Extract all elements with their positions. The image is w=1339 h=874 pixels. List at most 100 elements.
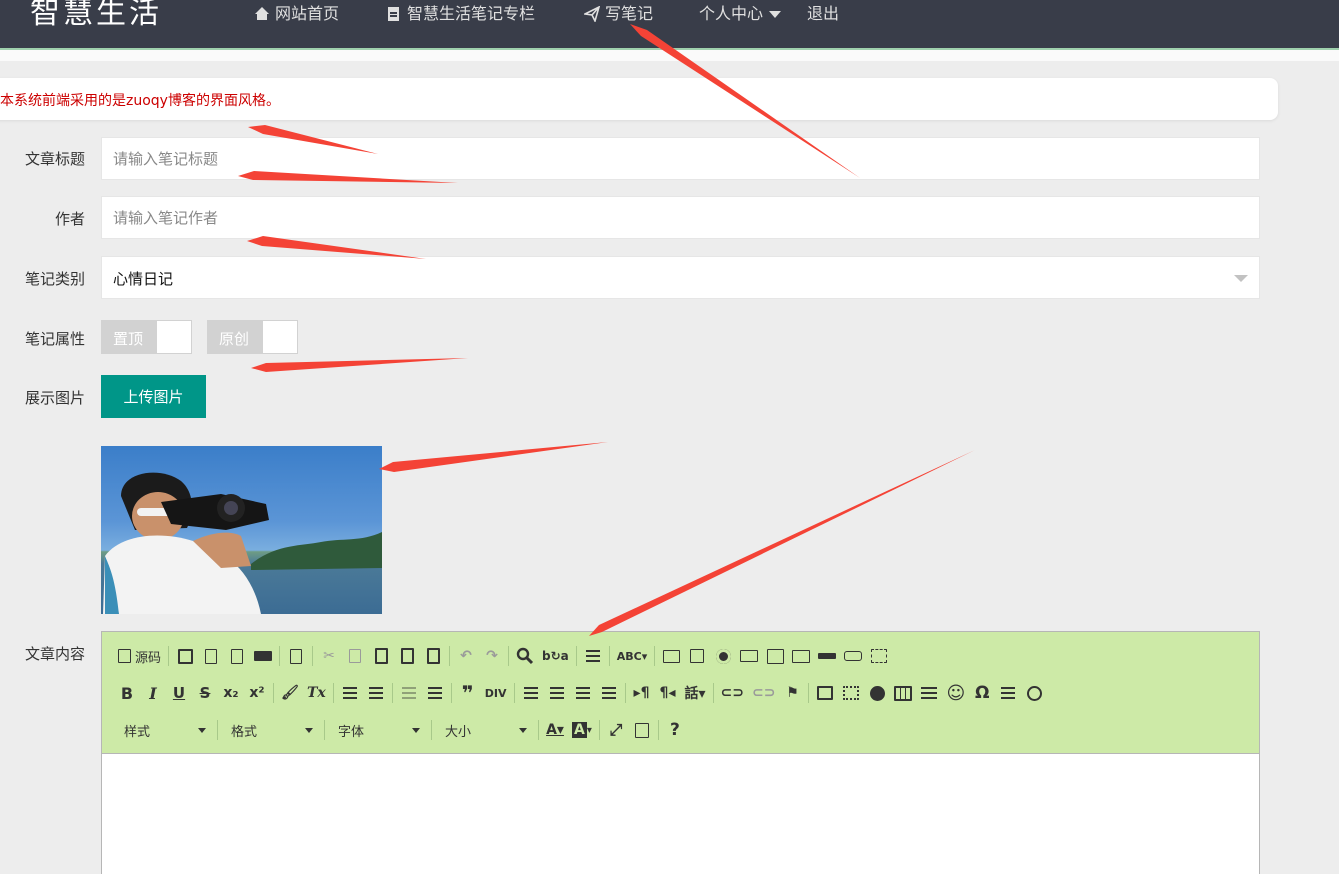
anchor-button[interactable]: ⚑ <box>779 681 805 705</box>
nav-personal-center[interactable]: 个人中心 <box>699 4 782 24</box>
align-right-button[interactable] <box>570 681 596 705</box>
preview-button[interactable] <box>224 644 250 668</box>
textarea-button[interactable] <box>762 644 788 668</box>
save-icon <box>177 648 193 664</box>
create-div-button[interactable]: DIV <box>481 681 511 705</box>
smiley-button[interactable]: ☺ <box>942 681 969 705</box>
category-select[interactable]: 心情日记 <box>101 256 1260 299</box>
toolbar-separator <box>513 683 515 703</box>
select-field-button[interactable] <box>788 644 814 668</box>
outdent-button[interactable] <box>396 681 422 705</box>
font-combo-label: 字体 <box>338 724 365 740</box>
title-input[interactable] <box>102 138 1259 179</box>
toolbar-separator <box>273 683 274 703</box>
maximize-button[interactable]: ⤢ <box>603 718 629 742</box>
superscript-button[interactable]: x² <box>244 681 270 705</box>
nav-notes-column[interactable]: 智慧生活笔记专栏 <box>386 4 535 24</box>
ltr-button[interactable]: ▸¶ <box>629 681 655 705</box>
undo-button[interactable]: ↶ <box>453 644 479 668</box>
blockquote-button[interactable]: ❞ <box>455 681 481 705</box>
form-button[interactable] <box>658 644 684 668</box>
upload-image-button[interactable]: 上传图片 <box>101 375 206 418</box>
find-button[interactable] <box>512 644 538 668</box>
hidden-field-button[interactable] <box>866 644 892 668</box>
select-field-icon <box>792 649 811 663</box>
paste-text-button[interactable] <box>394 644 420 668</box>
cut-button[interactable]: ✂ <box>316 644 342 668</box>
radio-button[interactable] <box>710 644 736 668</box>
button-field-button[interactable] <box>814 644 840 668</box>
replace-button[interactable]: b↻a <box>538 644 573 668</box>
form-icon <box>662 649 680 663</box>
rtl-icon: ¶◂ <box>659 685 676 701</box>
show-blocks-button[interactable] <box>629 718 655 742</box>
link-button[interactable]: ⊂⊃ <box>717 681 748 705</box>
underline-button[interactable]: U <box>166 681 192 705</box>
page-break-button[interactable] <box>995 681 1021 705</box>
flash-button[interactable] <box>838 681 864 705</box>
new-page-button[interactable] <box>198 644 224 668</box>
checkbox-button[interactable] <box>684 644 710 668</box>
select-all-button[interactable] <box>580 644 606 668</box>
numbered-list-button[interactable] <box>337 681 363 705</box>
help-button[interactable]: ? <box>662 718 688 742</box>
iframe-globe-button[interactable] <box>1021 681 1047 705</box>
font-combo[interactable]: 字体 <box>328 718 428 742</box>
styles-combo[interactable]: 样式 <box>114 718 214 742</box>
print-button[interactable] <box>250 644 276 668</box>
original-switch[interactable]: 原创 <box>207 320 298 354</box>
nav-write-note[interactable]: 写笔记 <box>584 4 653 24</box>
toolbar-separator <box>624 683 626 703</box>
image-button[interactable] <box>812 681 838 705</box>
table-button[interactable] <box>890 681 916 705</box>
text-field-button[interactable] <box>736 644 762 668</box>
subscript-icon: x₂ <box>223 685 239 701</box>
templates-button[interactable] <box>283 644 309 668</box>
site-logo[interactable]: 智慧生活 <box>30 0 162 36</box>
justify-button[interactable] <box>596 681 622 705</box>
remove-format-button[interactable]: Tx <box>303 681 330 705</box>
bold-button[interactable]: B <box>114 681 140 705</box>
table-icon <box>894 685 913 701</box>
nav-logout[interactable]: 退出 <box>807 4 839 24</box>
copy-button[interactable] <box>342 644 368 668</box>
nav-home[interactable]: 网站首页 <box>254 4 339 24</box>
format-combo[interactable]: 格式 <box>221 718 321 742</box>
iframe-button[interactable] <box>864 681 890 705</box>
subscript-button[interactable]: x₂ <box>218 681 244 705</box>
italic-button[interactable]: I <box>140 681 166 705</box>
spellcheck-button[interactable]: ABC▾ <box>613 644 652 668</box>
strike-button[interactable]: S <box>192 681 218 705</box>
redo-button[interactable]: ↷ <box>479 644 505 668</box>
text-color-button[interactable]: A▾ <box>542 718 568 742</box>
language-button[interactable]: 話▾ <box>681 681 710 705</box>
pin-top-switch[interactable]: 置顶 <box>101 320 192 354</box>
align-left-icon <box>523 687 538 699</box>
chevron-down-icon <box>1234 275 1248 282</box>
chevron-down-icon <box>412 727 420 733</box>
copy-format-button[interactable]: 🖌 <box>277 681 303 705</box>
checkbox-icon <box>690 649 705 663</box>
align-center-button[interactable] <box>544 681 570 705</box>
save-button[interactable] <box>172 644 198 668</box>
photographer-image <box>103 472 382 614</box>
font-size-combo[interactable]: 大小 <box>435 718 535 742</box>
toolbar-separator <box>312 646 314 666</box>
editor-content-area[interactable] <box>102 754 1259 874</box>
paste-button[interactable] <box>368 644 394 668</box>
bg-color-button[interactable]: A ▾ <box>568 718 596 742</box>
toolbar-separator <box>324 720 325 740</box>
source-button[interactable]: 源码 <box>114 644 165 668</box>
bulleted-list-button[interactable] <box>363 681 389 705</box>
image-button-field-button[interactable] <box>840 644 866 668</box>
rtl-button[interactable]: ¶◂ <box>655 681 681 705</box>
align-left-button[interactable] <box>518 681 544 705</box>
indent-button[interactable] <box>422 681 448 705</box>
author-input[interactable] <box>102 197 1259 238</box>
paste-word-button[interactable] <box>420 644 446 668</box>
horizontal-rule-button[interactable] <box>916 681 942 705</box>
undo-icon: ↶ <box>460 648 472 664</box>
numbered-list-icon <box>342 687 357 699</box>
unlink-button[interactable]: ⊂⊃ <box>748 681 779 705</box>
special-char-button[interactable]: Ω <box>969 681 995 705</box>
